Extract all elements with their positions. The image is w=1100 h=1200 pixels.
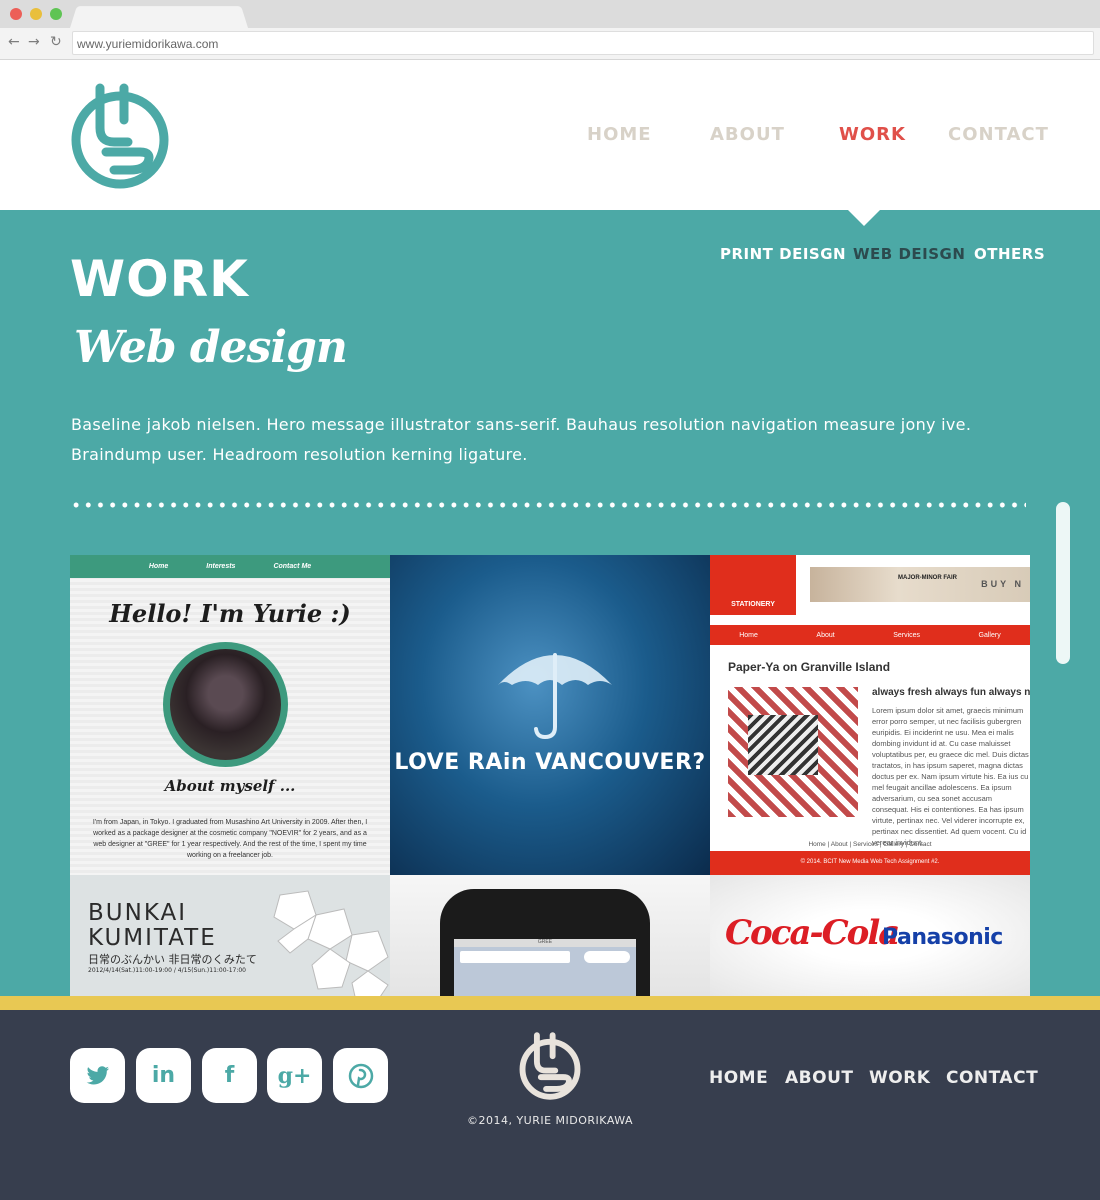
thumb-nav-item: Contact Me [273,563,312,570]
thumb-subheading: About myself ... [164,777,296,795]
back-arrow-icon[interactable]: ← [8,34,20,50]
portfolio-item-rain[interactable]: LOVE RAin VANCOUVER? [390,555,710,875]
profile-photo [163,642,288,767]
copyright-text: ©2014, YURIE MIDORIKAWA [466,1114,634,1127]
panasonic-logo: Panasonic [882,925,1003,950]
footer-nav-contact[interactable]: CONTACT [946,1068,1038,1088]
thumb-footer-nav: Home | About | Services | Gallery | Cont… [808,841,932,848]
site-logo[interactable] [70,80,170,190]
thumb-nav-bar: Home Interests Contact Me [70,555,390,578]
thumb-bio: I'm from Japan, in Tokyo. I graduated fr… [92,819,368,859]
phone-address-bar [460,951,570,963]
portfolio-item-phone[interactable]: GREE [390,875,710,996]
stationery-label: STATIONERY [731,601,775,608]
thumb-subheading: 日常のぶんかい 非日常のくみたて [88,953,257,966]
twitter-button[interactable] [70,1048,125,1103]
portfolio-item-bunkai[interactable]: BUNKAI KUMITATE 日常のぶんかい 非日常のくみたて 2012/4/… [70,875,390,996]
google-plus-button[interactable]: g+ [267,1048,322,1103]
fair-banner: MAJOR-MINOR FAIR BUY N [810,567,1030,602]
coca-cola-logo: Coca-Cola [725,913,900,953]
thumb-heading: BUNKAI KUMITATE [88,901,217,951]
bunkai-line1: BUNKAI [88,900,188,926]
fair-banner-label: MAJOR-MINOR FAIR [898,575,957,581]
site-header: HOME ABOUT WORK CONTACT [0,60,1100,210]
tab-web-design[interactable]: WEB DEISGN [853,245,965,263]
polyhedron-net-illustration [273,890,389,996]
linkedin-icon: in [151,1063,176,1088]
thumb-body-text: Lorem ipsum dolor sit amet, graecis mini… [872,706,1029,847]
paper-pattern-image [748,715,818,775]
thumb-tagline: always fresh always fun always n [872,687,1030,698]
pinterest-button[interactable] [333,1048,388,1103]
footer-logo[interactable] [515,1030,585,1102]
facebook-button[interactable]: f [202,1048,257,1103]
phone-search-bar [584,951,630,963]
thumb-heading: Paper-Ya on Granville Island [728,660,891,674]
scrollbar-thumb[interactable] [1056,502,1070,664]
google-plus-icon: g+ [277,1062,312,1089]
thumb-nav-item: Home [148,563,169,570]
phone-screen: GREE [454,939,636,996]
stationery-badge: STATIONERY [710,555,796,615]
site-footer: in f g+ ©2014, YURIE MIDORIKAWA HOME ABO… [0,1010,1100,1200]
buy-label: BUY N [981,579,1024,589]
thumb-nav-item: About [816,631,835,639]
close-window-button[interactable] [10,8,22,20]
active-nav-indicator [848,210,880,226]
linkedin-button[interactable]: in [136,1048,191,1103]
tab-print-design[interactable]: PRINT DEISGN [720,245,846,263]
tab-others[interactable]: OTHERS [974,245,1045,263]
nav-about[interactable]: ABOUT [710,124,785,145]
maximize-window-button[interactable] [50,8,62,20]
portfolio-item-brands[interactable]: Coca-Cola Panasonic [710,875,1030,996]
facebook-icon: f [224,1063,235,1088]
browser-tab[interactable] [70,6,248,28]
footer-nav-about[interactable]: ABOUT [785,1068,853,1088]
thumb-nav-item: Services [893,631,921,639]
intro-text: Baseline jakob nielsen. Hero message ill… [71,415,972,464]
thumb-caption: LOVE RAin VANCOUVER? [394,750,706,775]
pinterest-icon [348,1063,373,1088]
footer-nav-work[interactable]: WORK [869,1068,930,1088]
portfolio-item-paperya[interactable]: STATIONERY MAJOR-MINOR FAIR BUY N Home A… [710,555,1030,875]
portfolio-gallery: Home Interests Contact Me Hello! I'm Yur… [70,555,1030,996]
nav-home[interactable]: HOME [587,124,652,145]
thumb-footer-text: © 2014. BCIT New Media Web Tech Assignme… [800,859,940,865]
address-bar[interactable]: www.yuriemidorikawa.com [72,31,1094,55]
footer-stripe [0,996,1100,1010]
minimize-window-button[interactable] [30,8,42,20]
portfolio-item-hello[interactable]: Home Interests Contact Me Hello! I'm Yur… [70,555,390,875]
forward-arrow-icon[interactable]: → [28,34,40,50]
thumb-nav-bar: Home About Services Gallery [710,625,1030,645]
thumb-footer: © 2014. BCIT New Media Web Tech Assignme… [710,851,1030,875]
footer-nav-home[interactable]: HOME [709,1068,768,1088]
page-subtitle: Web design [74,322,348,373]
nav-work[interactable]: WORK [839,124,906,145]
page-title: WORK [70,250,249,308]
umbrella-icon [498,653,612,740]
work-section: PRINT DEISGN WEB DEISGN OTHERS WORK Web … [0,210,1100,996]
thumb-dates: 2012/4/14(Sat.)11:00-19:00 / 4/15(Sun.)1… [88,967,246,974]
bunkai-line2: KUMITATE [88,925,217,951]
reload-icon[interactable]: ↻ [50,34,62,50]
thumb-nav-item: Home [739,631,758,639]
nav-contact[interactable]: CONTACT [948,124,1049,145]
phone-screen-title: GREE [454,939,636,947]
browser-toolbar: ← → ↻ www.yuriemidorikawa.com [0,28,1100,60]
thumb-nav-item: Interests [206,563,236,570]
phone-mockup: GREE [440,889,650,996]
thumb-heading: Hello! I'm Yurie :) [109,599,351,628]
twitter-icon [86,1065,109,1084]
thumb-nav-item: Gallery [978,631,1001,639]
dotted-divider [70,502,1026,508]
browser-titlebar [0,0,1100,28]
